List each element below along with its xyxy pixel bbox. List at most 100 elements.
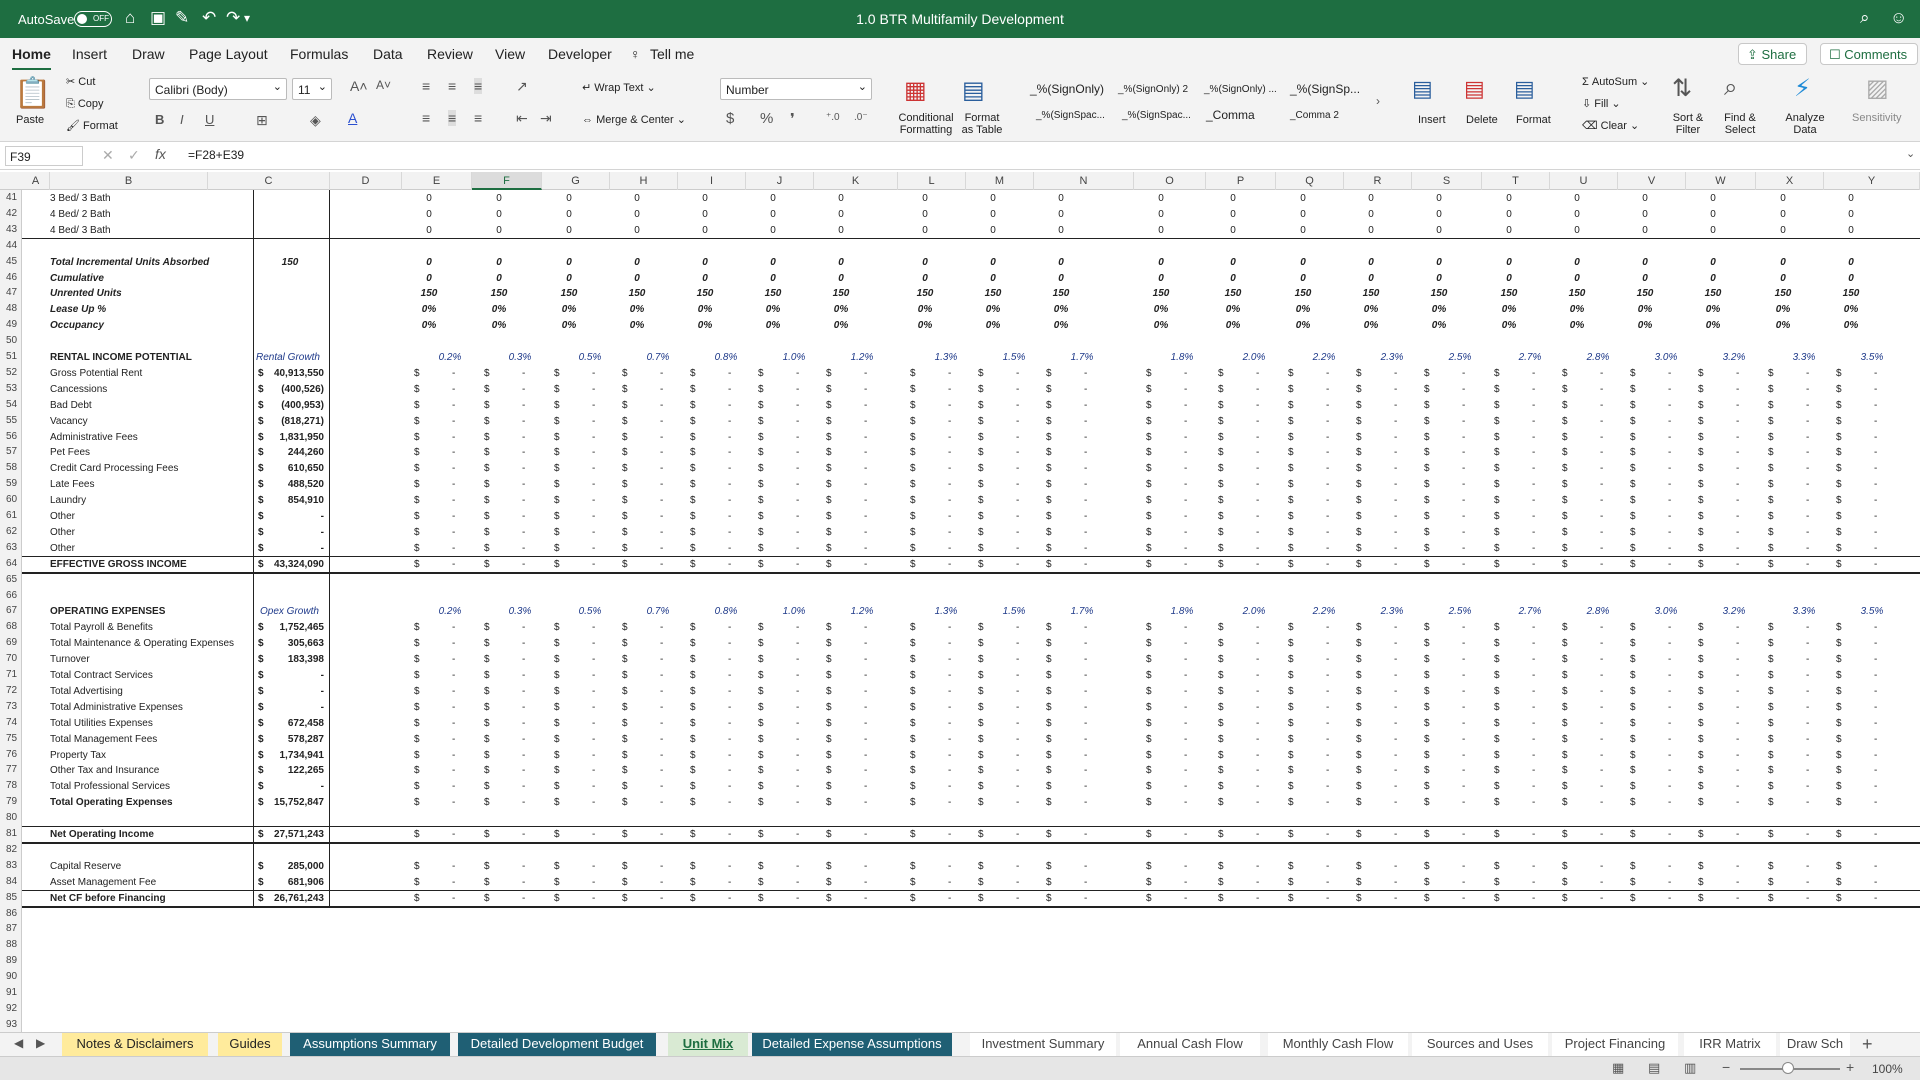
dash-value[interactable]: - [1532,636,1535,652]
dash-value[interactable]: - [1326,652,1329,668]
dollar-sign[interactable]: $ [826,891,832,907]
dash-value[interactable]: - [522,636,525,652]
dash-value[interactable]: - [1084,795,1087,811]
row-header-93[interactable]: 93 [0,1017,22,1032]
dash-value[interactable]: - [1394,382,1397,398]
dash-value[interactable]: - [1394,398,1397,414]
dollar-sign[interactable]: $ [1698,509,1704,525]
dollar-sign[interactable]: $ [1288,732,1294,748]
value-cell[interactable]: 0 [1134,271,1188,287]
dollar-sign[interactable]: $ [554,382,560,398]
value-cell[interactable]: 0% [1344,302,1398,318]
sheet-tab-sources-and-uses[interactable]: Sources and Uses [1412,1033,1548,1057]
dash-value[interactable]: - [1736,827,1739,843]
dash-value[interactable]: - [1016,668,1019,684]
dollar-sign[interactable]: $ [758,652,764,668]
dollar-sign[interactable]: $ [484,620,490,636]
dollar-sign[interactable]: $ [622,827,628,843]
dollar-sign[interactable]: $ [826,493,832,509]
dollar-sign[interactable]: $ [1494,875,1500,891]
dash-value[interactable]: - [864,445,867,461]
dollar-sign[interactable]: $ [622,700,628,716]
dollar-sign[interactable]: $ [1356,477,1362,493]
dash-value[interactable]: - [1394,716,1397,732]
cut-button[interactable]: ✂ Cut [66,76,95,88]
value-cell[interactable]: 0 [610,271,664,287]
dash-value[interactable]: - [1668,875,1671,891]
dollar-sign[interactable]: $ [1424,620,1430,636]
c-value[interactable]: 488,520 [264,477,324,493]
dash-value[interactable]: - [1326,827,1329,843]
dollar-sign[interactable]: $ [1356,557,1362,573]
dash-value[interactable]: - [592,700,595,716]
dash-value[interactable]: - [1084,652,1087,668]
dollar-sign[interactable]: $ [1562,827,1568,843]
dollar-sign[interactable]: $ [554,366,560,382]
fill-button[interactable]: ⇩ Fill ⌄ [1582,98,1621,110]
value-cell[interactable]: 0 [610,255,664,271]
dash-value[interactable]: - [452,541,455,557]
orientation-icon[interactable]: ↗ [516,78,528,95]
dollar-sign[interactable]: $ [690,398,696,414]
dollar-sign[interactable]: $ [484,541,490,557]
column-header-f[interactable]: F [472,172,542,190]
dollar-sign[interactable]: $ [554,636,560,652]
format-as-table-label[interactable]: Format as Table [960,112,1004,136]
dash-value[interactable]: - [864,477,867,493]
dash-value[interactable]: - [1532,763,1535,779]
dollar-sign[interactable]: $ [622,382,628,398]
dash-value[interactable]: - [1184,827,1187,843]
value-cell[interactable]: 150 [1824,286,1878,302]
dash-value[interactable]: - [1532,398,1535,414]
dollar-sign[interactable]: $ [1146,430,1152,446]
dash-value[interactable]: - [1256,525,1259,541]
row-header-41[interactable]: 41 [0,190,22,206]
dash-value[interactable]: - [1874,636,1877,652]
dash-value[interactable]: - [1016,493,1019,509]
dash-value[interactable]: - [1736,477,1739,493]
dash-value[interactable]: - [1184,414,1187,430]
value-cell[interactable]: 0% [402,302,456,318]
dash-value[interactable]: - [1806,509,1809,525]
dash-value[interactable]: - [1256,891,1259,907]
dash-value[interactable]: - [1600,430,1603,446]
increase-indent-icon[interactable]: ⇥ [540,110,552,127]
dash-value[interactable]: - [1016,461,1019,477]
dash-value[interactable]: - [522,859,525,875]
dollar-sign[interactable]: $ [690,461,696,477]
row-label[interactable]: Total Administrative Expenses [50,700,183,716]
dollar-sign[interactable]: $ [978,509,984,525]
dash-value[interactable]: - [728,461,731,477]
dollar-sign[interactable]: $ [1630,493,1636,509]
dollar-sign[interactable]: $ [1494,795,1500,811]
value-cell[interactable]: 0% [402,318,456,334]
dollar-sign[interactable]: $ [484,525,490,541]
row-header-70[interactable]: 70 [0,651,22,667]
dollar-sign[interactable]: $ [1494,668,1500,684]
dollar-sign[interactable]: $ [910,557,916,573]
dash-value[interactable]: - [1016,827,1019,843]
dash-value[interactable]: - [1084,414,1087,430]
dash-value[interactable]: - [948,398,951,414]
dash-value[interactable]: - [1668,827,1671,843]
dollar-sign[interactable]: $ [554,477,560,493]
delete-cells-icon[interactable]: ▤ [1464,76,1485,102]
dash-value[interactable]: - [1600,620,1603,636]
align-bottom-icon[interactable]: ≡ [474,78,483,94]
dash-value[interactable]: - [1084,525,1087,541]
dash-value[interactable]: - [1326,684,1329,700]
value-cell[interactable]: 0% [1034,318,1088,334]
dash-value[interactable]: - [728,763,731,779]
dollar-sign[interactable]: $ [1494,732,1500,748]
dollar-sign[interactable]: $ [484,461,490,477]
dollar-sign[interactable]: $ [484,366,490,382]
value-cell[interactable]: 0 [1276,191,1330,207]
row-header-56[interactable]: 56 [0,429,22,445]
dash-value[interactable]: - [1326,509,1329,525]
growth-rate[interactable]: 1.8% [1162,350,1202,366]
value-cell[interactable]: 0 [1686,271,1740,287]
dash-value[interactable]: - [452,652,455,668]
dollar-sign[interactable]: $ [1146,779,1152,795]
dash-value[interactable]: - [1874,748,1877,764]
dash-value[interactable]: - [1806,414,1809,430]
